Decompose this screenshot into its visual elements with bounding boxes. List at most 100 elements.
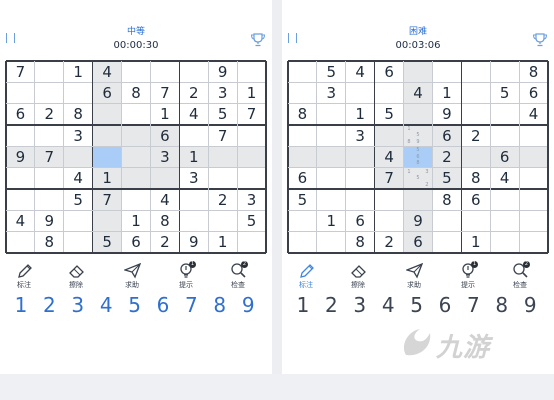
number-button-2[interactable]: 2 <box>35 292 63 318</box>
sudoku-cell[interactable] <box>519 168 548 189</box>
tool-lightbulb[interactable]: 1 提示 <box>166 261 206 292</box>
sudoku-cell[interactable] <box>375 189 404 210</box>
sudoku-cell[interactable] <box>288 232 317 253</box>
sudoku-cell[interactable]: 3 <box>64 125 93 146</box>
sudoku-cell[interactable] <box>317 189 346 210</box>
sudoku-cell[interactable]: 8 <box>122 82 151 103</box>
sudoku-cell[interactable]: 1 <box>346 104 375 125</box>
sudoku-cell[interactable]: 8 <box>519 61 548 82</box>
sudoku-cell[interactable] <box>6 232 35 253</box>
sudoku-cell[interactable] <box>6 82 35 103</box>
sudoku-cell[interactable] <box>179 125 208 146</box>
number-button-1[interactable]: 1 <box>289 292 317 318</box>
sudoku-cell[interactable] <box>432 210 461 231</box>
sudoku-cell[interactable]: 4 <box>490 168 519 189</box>
sudoku-cell[interactable]: 7 <box>150 82 179 103</box>
sudoku-cell[interactable] <box>122 61 151 82</box>
sudoku-cell[interactable]: 1352 <box>403 167 433 189</box>
sudoku-cell[interactable] <box>64 232 93 253</box>
sudoku-cell[interactable]: 4 <box>92 61 122 83</box>
number-button-1[interactable]: 1 <box>7 292 35 318</box>
sudoku-cell[interactable] <box>6 189 35 210</box>
sudoku-cell[interactable] <box>317 232 346 253</box>
sudoku-cell[interactable]: 9 <box>403 210 433 232</box>
sudoku-cell[interactable]: 5 <box>432 167 462 189</box>
sudoku-cell[interactable] <box>317 168 346 189</box>
sudoku-cell[interactable]: 6 <box>122 232 151 253</box>
trophy-icon[interactable] <box>250 33 266 47</box>
sudoku-cell[interactable] <box>288 146 317 168</box>
sudoku-cell[interactable] <box>288 125 317 146</box>
sudoku-cell[interactable] <box>490 189 519 210</box>
sudoku-cell[interactable] <box>403 61 433 83</box>
sudoku-cell[interactable] <box>121 125 151 147</box>
sudoku-cell[interactable]: 8 <box>150 210 179 231</box>
sudoku-cell[interactable]: 9 <box>6 146 35 168</box>
sudoku-cell[interactable]: 6 <box>346 210 375 231</box>
sudoku-cell[interactable]: 1 <box>122 210 151 231</box>
sudoku-cell[interactable]: 5 <box>237 210 266 231</box>
tool-eraser[interactable]: 擦除 <box>56 262 96 292</box>
sudoku-cell[interactable] <box>122 104 151 125</box>
tool-paper-plane[interactable]: 求助 <box>112 262 152 292</box>
tool-eraser[interactable]: 擦除 <box>338 262 378 292</box>
number-button-9[interactable]: 9 <box>234 292 262 318</box>
sudoku-cell[interactable] <box>64 82 93 103</box>
sudoku-cell[interactable] <box>519 125 548 146</box>
sudoku-cell[interactable]: 8 <box>346 232 375 253</box>
sudoku-cell[interactable]: 1589 <box>403 125 433 147</box>
sudoku-cell[interactable]: 4 <box>403 82 433 104</box>
number-button-8[interactable]: 8 <box>488 292 516 318</box>
sudoku-cell[interactable] <box>6 168 35 189</box>
number-button-4[interactable]: 4 <box>374 292 402 318</box>
sudoku-cell[interactable]: 5 <box>64 189 93 210</box>
sudoku-cell[interactable] <box>519 189 548 210</box>
sudoku-cell[interactable] <box>403 189 433 211</box>
sudoku-cell[interactable] <box>432 61 461 82</box>
sudoku-cell[interactable]: 4 <box>64 168 93 189</box>
sudoku-cell[interactable]: 9 <box>35 210 64 231</box>
sudoku-cell[interactable]: 4 <box>519 104 548 125</box>
sudoku-cell[interactable]: 3 <box>237 189 266 210</box>
sudoku-cell[interactable]: 7 <box>374 167 404 189</box>
sudoku-cell[interactable]: 4 <box>6 210 35 231</box>
sudoku-cell[interactable]: 5 <box>208 104 237 125</box>
sudoku-cell[interactable] <box>461 82 490 103</box>
sudoku-cell[interactable]: 2 <box>35 104 64 125</box>
sudoku-cell[interactable] <box>461 61 490 82</box>
sudoku-cell[interactable]: 6 <box>6 104 35 125</box>
sudoku-cell[interactable] <box>35 168 64 189</box>
number-button-2[interactable]: 2 <box>317 292 345 318</box>
sudoku-cell[interactable] <box>237 125 266 146</box>
sudoku-cell[interactable]: 3 <box>208 82 237 103</box>
sudoku-cell[interactable]: 9 <box>179 232 208 253</box>
sudoku-cell[interactable] <box>490 104 519 125</box>
sudoku-cell[interactable] <box>179 61 208 82</box>
sudoku-cell[interactable]: 1 <box>237 82 266 103</box>
sudoku-cell[interactable] <box>179 189 208 210</box>
number-button-3[interactable]: 3 <box>346 292 374 318</box>
sudoku-cell[interactable] <box>92 210 122 232</box>
sudoku-cell[interactable] <box>519 210 548 231</box>
number-button-5[interactable]: 5 <box>121 292 149 318</box>
sudoku-cell[interactable] <box>461 146 491 168</box>
number-button-6[interactable]: 6 <box>149 292 177 318</box>
sudoku-cell[interactable] <box>122 189 151 210</box>
sudoku-cell[interactable] <box>92 103 122 125</box>
sudoku-cell[interactable] <box>317 125 346 146</box>
sudoku-cell[interactable] <box>35 61 64 82</box>
sudoku-cell[interactable]: 4 <box>179 104 208 125</box>
sudoku-cell[interactable]: 6 <box>432 125 462 147</box>
sudoku-cell[interactable] <box>461 104 490 125</box>
sudoku-cell[interactable] <box>208 168 237 189</box>
sudoku-cell[interactable] <box>35 189 64 210</box>
sudoku-cell[interactable] <box>519 146 548 168</box>
sudoku-cell[interactable] <box>317 104 346 125</box>
number-button-7[interactable]: 7 <box>177 292 205 318</box>
sudoku-cell[interactable]: 8 <box>288 104 317 125</box>
sudoku-cell[interactable]: 4 <box>346 61 375 82</box>
sudoku-cell[interactable]: 2 <box>461 125 490 146</box>
sudoku-cell[interactable]: 7 <box>34 146 64 168</box>
sudoku-cell[interactable]: 5 <box>375 104 404 125</box>
sudoku-cell[interactable] <box>64 210 93 231</box>
